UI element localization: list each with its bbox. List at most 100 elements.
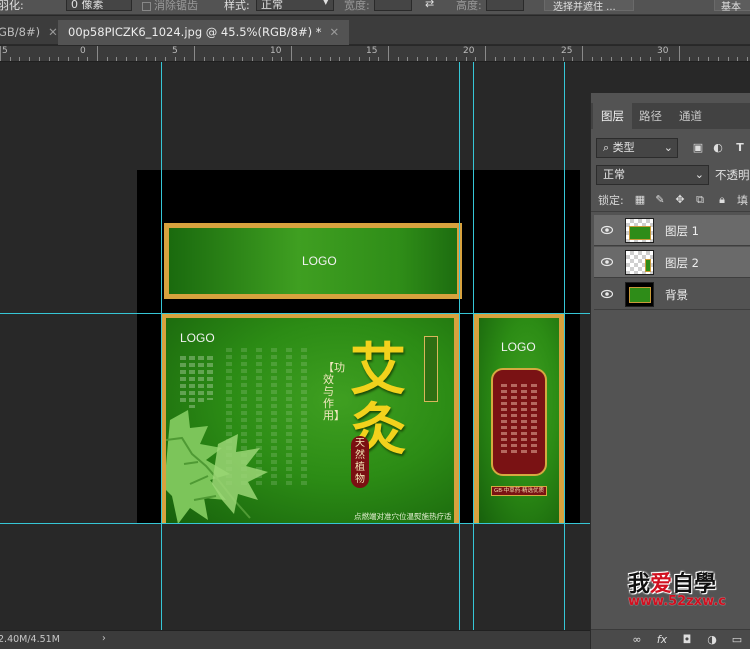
adjustment-layer-icon[interactable]: ◑ [706, 634, 718, 646]
select-and-mask-button[interactable]: 选择并遮住 ... [544, 0, 634, 13]
ruler-tick [126, 57, 127, 61]
width-input[interactable] [374, 0, 412, 11]
document-tab-active[interactable]: 00p58PICZK6_1024.jpg @ 45.5%(RGB/8#) * ✕ [58, 20, 350, 45]
layer-row[interactable]: 背景 [594, 279, 750, 310]
fx-icon[interactable]: fx [656, 634, 668, 646]
lock-position-icon[interactable]: ✥ [674, 194, 686, 206]
ruler-tick [107, 57, 108, 61]
workspace-button[interactable]: 基本 [714, 0, 750, 13]
layer-name[interactable]: 背景 [665, 287, 688, 303]
ruler-tick [29, 57, 30, 61]
guide-vertical[interactable] [473, 62, 474, 630]
type-filter-icon[interactable]: T [734, 142, 746, 154]
tab-paths[interactable]: 路径 [631, 103, 670, 129]
eye-icon[interactable] [601, 289, 613, 299]
layer-filter-select[interactable]: ⌕ 类型 ⌄ [596, 138, 678, 158]
side-label-frame [491, 368, 547, 476]
front-logo: LOGO [180, 331, 215, 345]
ruler-tick [446, 57, 447, 61]
status-menu-arrow[interactable]: › [102, 633, 106, 644]
ruler-tick [58, 57, 59, 61]
mugwort-leaf-image [166, 410, 268, 524]
ruler-tick [184, 57, 185, 61]
close-icon[interactable]: ✕ [329, 25, 339, 39]
image-filter-icon[interactable]: ▣ [692, 142, 704, 154]
eye-icon[interactable] [601, 225, 613, 235]
ruler-tick [592, 57, 593, 61]
guide-vertical[interactable] [161, 62, 162, 630]
style-label: 样式: [224, 0, 250, 12]
width-label: 宽度: [344, 0, 370, 12]
ruler-tick [10, 57, 11, 61]
canvas-area[interactable]: LOGO LOGO 【功效与作用】 艾灸 天然植物 点燃端对准穴位温熨施热疗适 [0, 62, 590, 630]
document-canvas[interactable]: LOGO LOGO 【功效与作用】 艾灸 天然植物 点燃端对准穴位温熨施热疗适 [137, 170, 580, 524]
search-icon: ⌕ [603, 141, 610, 154]
mask-icon[interactable]: ◘ [681, 634, 693, 646]
ruler-tick [194, 46, 195, 61]
height-input[interactable] [486, 0, 524, 11]
document-tab-bar: GB/8#) ✕ 00p58PICZK6_1024.jpg @ 45.5%(RGB… [0, 16, 750, 45]
status-bar: 2.40M/4.51M › [0, 630, 590, 649]
link-icon[interactable]: ∞ [631, 634, 643, 646]
ruler-tick [233, 57, 234, 61]
new-layer-icon[interactable]: ▭ [731, 634, 743, 646]
ruler-tick [242, 57, 243, 61]
ruler-tick [330, 57, 331, 61]
layer-thumbnail [625, 282, 654, 307]
ruler-tick [175, 57, 176, 61]
guide-horizontal[interactable] [0, 313, 590, 314]
ruler-tick [640, 57, 641, 61]
ruler-tick [301, 57, 302, 61]
ruler-tick [698, 57, 699, 61]
ruler-tick [747, 57, 748, 61]
ruler-tick [660, 57, 661, 61]
top-logo: LOGO [302, 254, 337, 268]
site-watermark: 我爱自學 www.52zxw.c [628, 572, 727, 609]
ruler-tick [708, 57, 709, 61]
layer-row[interactable]: 图层 2 [594, 247, 750, 278]
horizontal-ruler[interactable]: 505101520253035 [0, 46, 750, 62]
lock-transparency-icon[interactable]: ▦ [634, 194, 646, 206]
ruler-tick [339, 57, 340, 61]
ruler-tick [97, 46, 98, 61]
ruler-tick [78, 57, 79, 61]
ruler-tick [165, 57, 166, 61]
ruler-number: 10 [270, 46, 282, 56]
layer-row[interactable]: 图层 1 [594, 215, 750, 246]
ruler-tick [291, 46, 292, 61]
guide-horizontal[interactable] [0, 523, 590, 524]
ruler-tick [621, 57, 622, 61]
close-icon[interactable]: ✕ [48, 25, 58, 39]
layer-name[interactable]: 图层 1 [665, 223, 699, 239]
ruler-tick [417, 57, 418, 61]
ruler-tick [146, 57, 147, 61]
red-seal: 天然植物 [351, 436, 369, 488]
tab-channels[interactable]: 通道 [671, 103, 710, 129]
ruler-tick [39, 57, 40, 61]
tab-layers[interactable]: 图层 [593, 103, 632, 129]
ruler-tick [582, 46, 583, 61]
ruler-tick [514, 57, 515, 61]
adjustment-filter-icon[interactable]: ◐ [712, 142, 724, 154]
swap-icon[interactable]: ⇄ [425, 0, 434, 10]
guide-vertical[interactable] [459, 62, 460, 630]
guide-vertical[interactable] [564, 62, 565, 630]
lock-artboard-icon[interactable]: ⧉ [694, 194, 706, 206]
layer-name[interactable]: 图层 2 [665, 255, 699, 271]
lock-all-icon[interactable]: 🔒︎ [716, 194, 728, 206]
layers-panel-footer: ∞ fx ◘ ◑ ▭ [591, 629, 750, 649]
chevron-down-icon: ▾ [323, 0, 329, 8]
ruler-tick [388, 46, 389, 61]
lock-label: 锁定: [598, 194, 624, 207]
ruler-tick [504, 57, 505, 61]
antialias-checkbox[interactable]: 消除锯齿 [142, 0, 198, 13]
ruler-tick [718, 57, 719, 61]
front-bottom-text: 点燃端对准穴位温熨施热疗适 [354, 512, 452, 521]
layer-thumbnail [625, 250, 654, 275]
feather-input[interactable]: 0 像素 [66, 0, 132, 11]
blend-mode-select[interactable]: 正常 ⌄ [596, 165, 709, 185]
lock-image-icon[interactable]: ✎ [654, 194, 666, 206]
eye-icon[interactable] [601, 257, 613, 267]
style-select[interactable]: 正常 ▾ [256, 0, 334, 11]
efficacy-title: 【功效与作用】 [323, 361, 345, 422]
